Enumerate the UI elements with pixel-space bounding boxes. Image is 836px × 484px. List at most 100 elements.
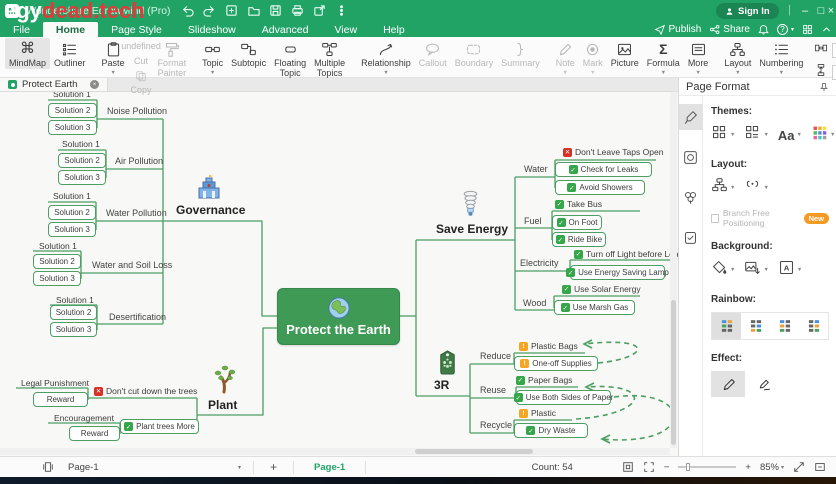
zoom-level[interactable]: 85%▾	[760, 462, 784, 473]
topic-don-t-cut-down-the-trees[interactable]: ✕Don't cut down the trees	[94, 386, 197, 396]
more-button[interactable]: More▼	[684, 38, 713, 76]
topic-plant[interactable]: Plant	[208, 398, 237, 412]
topic-solution-2[interactable]: Solution 2	[48, 205, 96, 220]
topic-encouragement[interactable]: Encouragement	[54, 413, 114, 423]
vertical-scroll-thumb[interactable]	[671, 300, 676, 445]
zoom-slider[interactable]	[678, 466, 736, 468]
topic-solution-3[interactable]: Solution 3	[48, 222, 96, 237]
multiple-topics-button[interactable]: Multiple Topics	[310, 38, 349, 79]
topic-noise-pollution[interactable]: Noise Pollution	[107, 106, 167, 116]
panel-tab-mark-panel-icon[interactable]	[679, 144, 703, 170]
sign-in-button[interactable]: Sign In	[716, 3, 779, 19]
topic-take-bus[interactable]: ✓Take Bus	[555, 199, 602, 209]
close-button[interactable]: ×	[826, 0, 836, 22]
topic-solution-2[interactable]: Solution 2	[33, 254, 81, 269]
zoom-slider-knob[interactable]	[686, 463, 690, 471]
topic-paper-bags[interactable]: ✓Paper Bags	[516, 375, 572, 385]
collapse-panel-icon[interactable]	[814, 461, 826, 473]
fullscreen-icon[interactable]	[643, 461, 655, 473]
effect-sketch-button[interactable]	[747, 371, 781, 397]
menu-tab-page-style[interactable]: Page Style	[98, 22, 175, 37]
topic-solution-1[interactable]: Solution 1	[53, 191, 91, 201]
bg-image-button[interactable]: ▼	[744, 259, 768, 281]
rainbow-4-button[interactable]	[799, 313, 828, 339]
topic-solution-2[interactable]: Solution 2	[48, 103, 97, 118]
pages-icon[interactable]	[42, 461, 54, 473]
fit-to-window-icon[interactable]	[793, 461, 805, 473]
topic-plastic-bags[interactable]: !Plastic Bags	[519, 341, 578, 351]
menu-tab-file[interactable]: File	[0, 22, 43, 37]
menu-tab-help[interactable]: Help	[370, 22, 418, 37]
topic-one-off-supplies[interactable]: !One-off Supplies	[514, 356, 598, 371]
share-button[interactable]: Share	[709, 24, 750, 35]
topic-fuel[interactable]: Fuel	[524, 216, 542, 226]
page-selector[interactable]: Page-1 ▾	[62, 462, 247, 473]
effect-pencil-button[interactable]	[711, 371, 745, 397]
topic-solution-1[interactable]: Solution 1	[39, 241, 77, 251]
zoom-in-button[interactable]: +	[745, 462, 751, 473]
panel-tab-clipart-icon[interactable]	[679, 184, 703, 210]
topic-solution-3[interactable]: Solution 3	[48, 120, 97, 135]
topic-solution-3[interactable]: Solution 3	[33, 271, 81, 286]
more-dots-icon[interactable]	[334, 3, 349, 18]
print-icon[interactable]	[290, 3, 305, 18]
topic-use-both-sides-of-paper[interactable]: ✓Use Both Sides of Paper	[516, 390, 611, 405]
topic-reuse[interactable]: Reuse	[480, 385, 506, 395]
topic-solution-2[interactable]: Solution 2	[50, 305, 97, 320]
topic-solution-3[interactable]: Solution 3	[58, 170, 106, 185]
topic-use-solar-energy[interactable]: ✓Use Solar Energy	[562, 284, 641, 294]
topic-air-pollution[interactable]: Air Pollution	[115, 156, 163, 166]
add-page-button[interactable]: +	[260, 460, 287, 474]
apps-grid-icon[interactable]	[802, 24, 813, 35]
menu-tab-home[interactable]: Home	[43, 22, 98, 37]
menu-tab-slideshow[interactable]: Slideshow	[175, 22, 249, 37]
zoom-out-button[interactable]: −	[664, 462, 670, 473]
layout-button[interactable]: Layout▼	[720, 38, 755, 76]
rainbow-3-button[interactable]	[770, 313, 799, 339]
topic-don-t-leave-taps-open[interactable]: ✕Don't Leave Taps Open	[563, 147, 663, 157]
open-icon[interactable]	[246, 3, 261, 18]
topic-recycle[interactable]: Recycle	[480, 420, 512, 430]
picture-button[interactable]: Picture	[607, 38, 643, 69]
topic-reward[interactable]: Reward	[33, 392, 88, 407]
outliner-button[interactable]: Outliner	[50, 38, 90, 69]
panel-tab-task-icon[interactable]	[679, 224, 703, 250]
topic-on-foot[interactable]: ✓On Foot	[552, 215, 602, 230]
menu-tab-advanced[interactable]: Advanced	[249, 22, 322, 37]
theme-gallery-button[interactable]: ▼	[711, 124, 735, 146]
topic-plastic[interactable]: !Plastic	[519, 408, 556, 418]
topic-governance[interactable]: Governance	[176, 203, 245, 217]
help-button[interactable]: ?▾	[777, 24, 794, 35]
theme-style-button[interactable]: ▼	[744, 124, 768, 146]
bg-watermark-button[interactable]: A▼	[778, 259, 802, 281]
topic-wood[interactable]: Wood	[523, 298, 546, 308]
topic-button[interactable]: Topic▼	[198, 38, 227, 76]
document-tab[interactable]: Protect Earth ×	[0, 78, 108, 91]
topic-water[interactable]: Water	[524, 164, 548, 174]
topic-solution-1[interactable]: Solution 1	[62, 139, 100, 149]
floating-topic-button[interactable]: Floating Topic	[270, 38, 310, 79]
topic-legal-punishment[interactable]: Legal Punishment	[21, 378, 89, 388]
tab-close-icon[interactable]: ×	[90, 80, 99, 89]
topic-use-energy-saving-lamp[interactable]: ✓Use Energy Saving Lamp	[570, 265, 665, 280]
rainbow-1-button[interactable]	[712, 313, 741, 339]
menu-tab-view[interactable]: View	[321, 22, 370, 37]
topic-dry-waste[interactable]: ✓Dry Waste	[514, 423, 588, 438]
topic-ride-bike[interactable]: ✓Ride Bike	[552, 232, 606, 247]
subtopic-button[interactable]: Subtopic	[227, 38, 270, 69]
mindmap-button[interactable]: ⌘MindMap	[5, 38, 50, 69]
topic-solution-3[interactable]: Solution 3	[50, 322, 97, 337]
page-tab[interactable]: Page-1	[300, 462, 359, 473]
formula-button[interactable]: ΣFormula▼	[643, 38, 684, 76]
topic-use-marsh-gas[interactable]: ✓Use Marsh Gas	[554, 300, 635, 315]
rainbow-2-button[interactable]	[741, 313, 770, 339]
export-icon[interactable]	[312, 3, 327, 18]
bg-color-button[interactable]: ▼	[711, 259, 735, 281]
topic-reward[interactable]: Reward	[69, 426, 120, 441]
notifications-bell-icon[interactable]	[758, 24, 769, 35]
pin-icon[interactable]	[819, 82, 829, 92]
fit-page-icon[interactable]	[622, 461, 634, 473]
panel-tab-format-brush-icon[interactable]	[679, 104, 703, 130]
topic-check-for-leaks[interactable]: ✓Check for Leaks	[555, 162, 652, 177]
numbering-button[interactable]: Numbering▼	[755, 38, 807, 76]
